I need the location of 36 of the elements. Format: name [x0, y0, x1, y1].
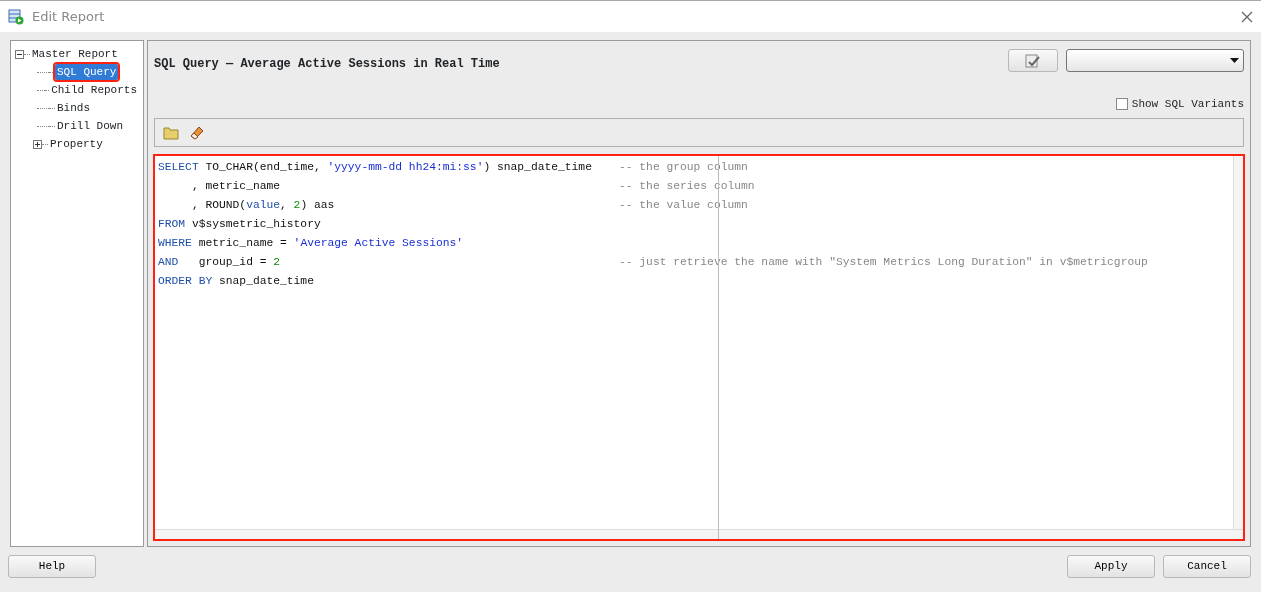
checklist-icon [1024, 53, 1042, 70]
dialog-button[interactable]: Help [8, 555, 96, 578]
code-comment: -- the series column [619, 180, 755, 192]
code-line: , metric_name [190, 179, 281, 194]
tree-item[interactable]: Binds [55, 99, 92, 117]
tree-item[interactable]: Drill Down [55, 117, 125, 135]
tree-item[interactable]: Master Report [30, 45, 120, 63]
window-title: Edit Report [32, 7, 105, 26]
dropdown[interactable] [1066, 49, 1244, 72]
code-comment: -- the value column [619, 199, 748, 211]
code-line: WHERE metric_name = 'Average Active Sessions' [158, 236, 464, 251]
check-sql-button[interactable] [1008, 49, 1058, 72]
tree-item[interactable]: Property [48, 135, 105, 153]
folder-icon[interactable] [163, 125, 180, 140]
horizontal-scrollbar[interactable] [155, 529, 1243, 539]
caret-icon [1230, 57, 1239, 64]
code-line: AND group_id = 2 [158, 255, 281, 270]
collapse-icon[interactable] [15, 49, 24, 59]
tree-item[interactable]: Child Reports [49, 81, 139, 99]
code-comment: -- just retrieve the name with "System Metrics Long Duration" in v$metricgroup [619, 256, 1148, 268]
expand-icon[interactable] [33, 139, 42, 149]
checkbox[interactable] [1115, 98, 1128, 111]
code-line: , ROUND(value, 2) aas [190, 198, 335, 213]
dialog-button[interactable]: Cancel [1163, 555, 1251, 578]
code-line: SELECT TO_CHAR(end_time, 'yyyy-mm-dd hh24:mi:ss') snap_date_time [158, 160, 592, 175]
code-line: FROM v$sysmetric_history [158, 217, 321, 232]
close-icon[interactable] [1241, 10, 1253, 23]
code-line: ORDER BY snap_date_time [158, 274, 314, 289]
report-icon [8, 8, 24, 25]
panel-title: SQL Query — Average Active Sessions in Real Time [154, 56, 500, 73]
tree-item[interactable]: SQL Query [55, 63, 119, 81]
dialog-button[interactable]: Apply [1067, 555, 1155, 578]
checkbox-label: Show SQL Variants [1131, 97, 1244, 113]
eraser-icon[interactable] [188, 124, 205, 142]
code-comment: -- the group column [619, 161, 748, 173]
vertical-scrollbar[interactable] [1233, 156, 1243, 529]
